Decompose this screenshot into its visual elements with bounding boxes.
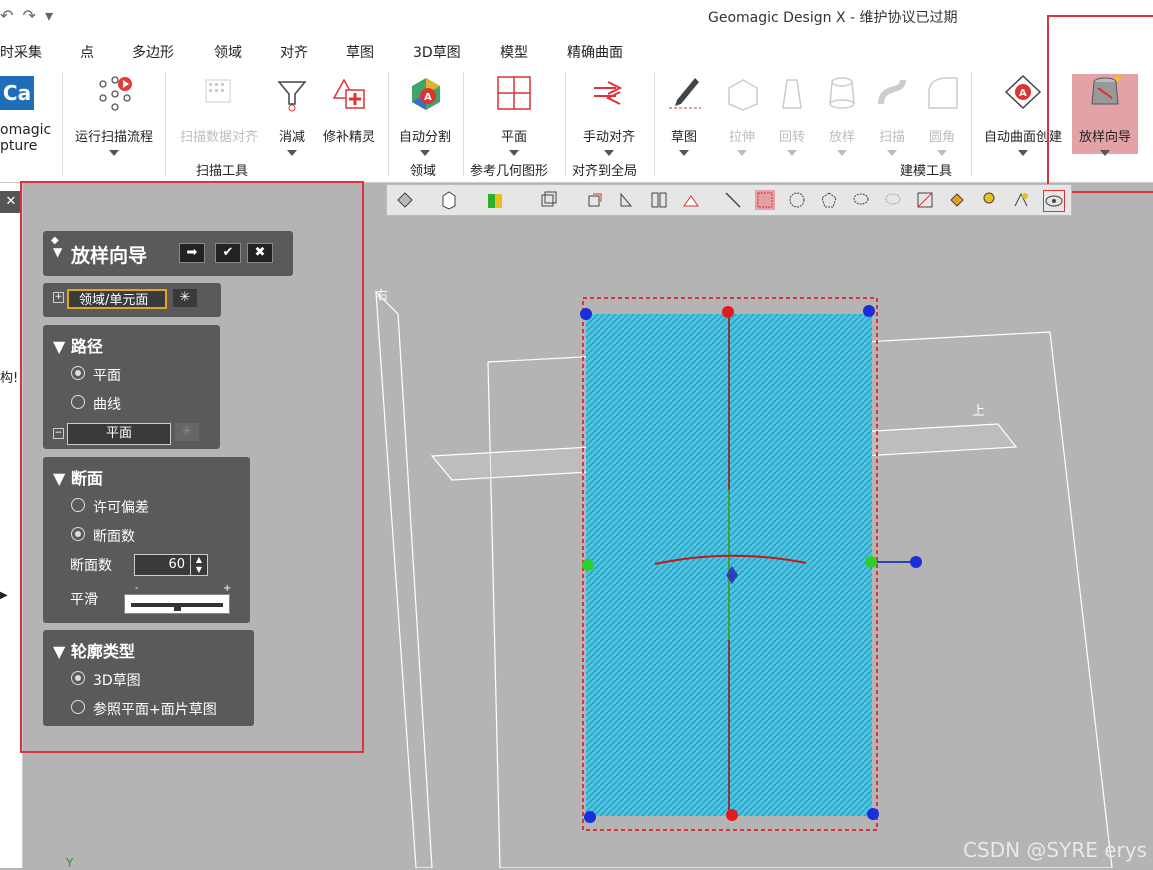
cube-view-icon[interactable] [439, 190, 459, 210]
view-orient-icon[interactable] [395, 190, 415, 210]
section-count-label: 断面数 [70, 558, 112, 574]
smooth-plus-label: + [223, 583, 232, 594]
section-option-tolerance[interactable]: 许可偏差 [71, 497, 149, 517]
region-field[interactable]: 领域/单元面 [67, 289, 167, 309]
section-section: ▼ 断面 许可偏差 断面数 断面数 60 ▲ ▼ 平滑 - + [43, 457, 250, 623]
wizard-title: 放样向导 [71, 245, 148, 267]
path-plane-field[interactable]: 平面 [67, 423, 171, 445]
path-option-plane[interactable]: 平面 [71, 365, 121, 385]
line-select-icon[interactable] [723, 190, 743, 210]
sparkle-icon[interactable]: ✳ [173, 289, 197, 307]
select-through-icon[interactable] [979, 190, 999, 210]
profile-option-ref-plane-mesh[interactable]: 参照平面+面片草图 [71, 699, 217, 719]
render-mode-icon[interactable] [485, 190, 505, 210]
collapse-minus-icon[interactable]: − [53, 428, 64, 439]
smooth-label: 平滑 [70, 592, 98, 608]
smooth-slider[interactable] [124, 594, 230, 614]
next-arrow-icon[interactable]: ➡ [179, 243, 205, 263]
radio-selected-icon [71, 527, 85, 541]
path-section: ▼ 路径 平面 曲线 − 平面 ✳ [43, 325, 220, 449]
profile-type-section: ▼ 轮廓类型 3D草图 参照平面+面片草图 [43, 630, 254, 726]
collapse-arrow-icon[interactable]: ▼ [53, 245, 62, 259]
poly-select-icon[interactable] [819, 190, 839, 210]
region-field-label: 领域/单元面 [79, 293, 149, 308]
radio-empty-icon [71, 700, 85, 714]
smooth-minus-label: - [135, 583, 139, 594]
viewport-toolbar [386, 184, 1072, 216]
path-option-curve[interactable]: 曲线 [71, 394, 121, 414]
spin-arrows-icon[interactable]: ▲ ▼ [190, 555, 207, 575]
fill-select-icon[interactable] [947, 190, 967, 210]
expand-plus-icon[interactable]: + [53, 292, 64, 303]
plane-label-right: 右 [376, 288, 389, 302]
section-count-stepper[interactable]: 60 ▲ ▼ [134, 554, 208, 576]
profile-option-3d-sketch[interactable]: 3D草图 [71, 670, 141, 690]
section-view-icon[interactable] [585, 190, 605, 210]
radio-empty-icon [71, 395, 85, 409]
cancel-close-icon[interactable]: ✖ [247, 243, 273, 263]
split-view-icon[interactable] [649, 190, 669, 210]
wizard-title-box: ◆ ▼ 放样向导 ➡ ✔ ✖ [43, 231, 293, 276]
radio-selected-icon [71, 366, 85, 380]
watermark: CSDN @SYRE erys [963, 838, 1147, 862]
eye-icon[interactable] [1043, 190, 1065, 212]
wireframe-icon[interactable] [539, 190, 559, 210]
section-option-count[interactable]: 断面数 [71, 526, 135, 546]
path-header-text: 路径 [70, 337, 103, 356]
section-header[interactable]: ▼ 断面 [53, 465, 103, 489]
region-selector-box: + 领域/单元面 ✳ [43, 283, 221, 317]
loft-wizard-panel: ◆ ▼ 放样向导 ➡ ✔ ✖ + 领域/单元面 ✳ ▼ 路径 平面 曲线 − 平… [23, 183, 361, 750]
circle-select-icon[interactable] [787, 190, 807, 210]
plane-label-top: 上 [972, 404, 986, 419]
visibility-toggle-icon[interactable] [1011, 190, 1031, 210]
profile-header[interactable]: ▼ 轮廓类型 [53, 638, 135, 662]
rect-select-icon[interactable] [755, 190, 775, 210]
radio-selected-icon [71, 671, 85, 685]
slider-thumb[interactable] [173, 603, 181, 611]
section-plane-icon[interactable] [617, 190, 637, 210]
brush-select-icon[interactable] [883, 190, 903, 210]
clip-icon[interactable] [681, 190, 701, 210]
radio-empty-icon [71, 498, 85, 512]
ok-check-icon[interactable]: ✔ [215, 243, 241, 263]
path-header[interactable]: ▼ 路径 [53, 333, 103, 357]
paint-select-icon[interactable] [915, 190, 935, 210]
lasso-select-icon[interactable] [851, 190, 871, 210]
sparkle-icon[interactable]: ✳ [175, 423, 199, 441]
